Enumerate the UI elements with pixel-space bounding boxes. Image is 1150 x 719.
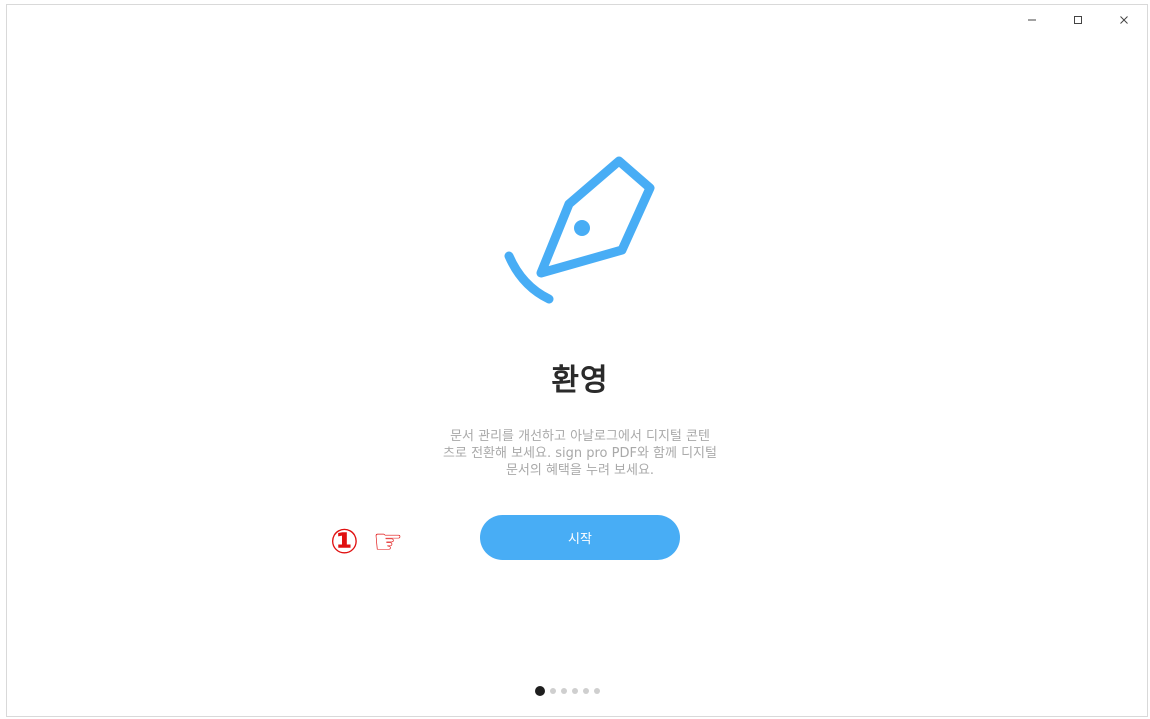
page-dot[interactable]	[572, 688, 578, 694]
start-button[interactable]: 시작	[480, 515, 680, 560]
description-line: 문서 관리를 개선하고 아날로그에서 디지털 콘텐	[450, 429, 710, 444]
maximize-button[interactable]	[1055, 5, 1101, 35]
page-indicator	[535, 686, 605, 696]
maximize-icon	[1074, 16, 1082, 24]
page-dot-active[interactable]	[535, 686, 545, 696]
welcome-description: 문서 관리를 개선하고 아날로그에서 디지털 콘텐 츠로 전환해 보세요. si…	[400, 428, 760, 479]
close-icon	[1120, 16, 1128, 24]
pen-nib-icon	[504, 156, 655, 304]
step-annotation: ① ☞	[330, 522, 403, 562]
welcome-title: 환영	[551, 363, 609, 398]
description-line: 문서의 혜택을 누려 보세요.	[505, 463, 655, 478]
description-line: 츠로 전환해 보세요. sign pro PDF와 함께 디지털	[443, 446, 717, 461]
close-button[interactable]	[1101, 5, 1147, 35]
minimize-button[interactable]	[1009, 5, 1055, 35]
window-controls	[1009, 5, 1147, 35]
page-dot[interactable]	[594, 688, 600, 694]
pointing-hand-icon: ☞	[372, 522, 404, 562]
minimize-icon	[1028, 19, 1036, 21]
step-number: ①	[330, 522, 359, 562]
page-dot[interactable]	[583, 688, 589, 694]
page-dot[interactable]	[550, 688, 556, 694]
page-dot[interactable]	[561, 688, 567, 694]
